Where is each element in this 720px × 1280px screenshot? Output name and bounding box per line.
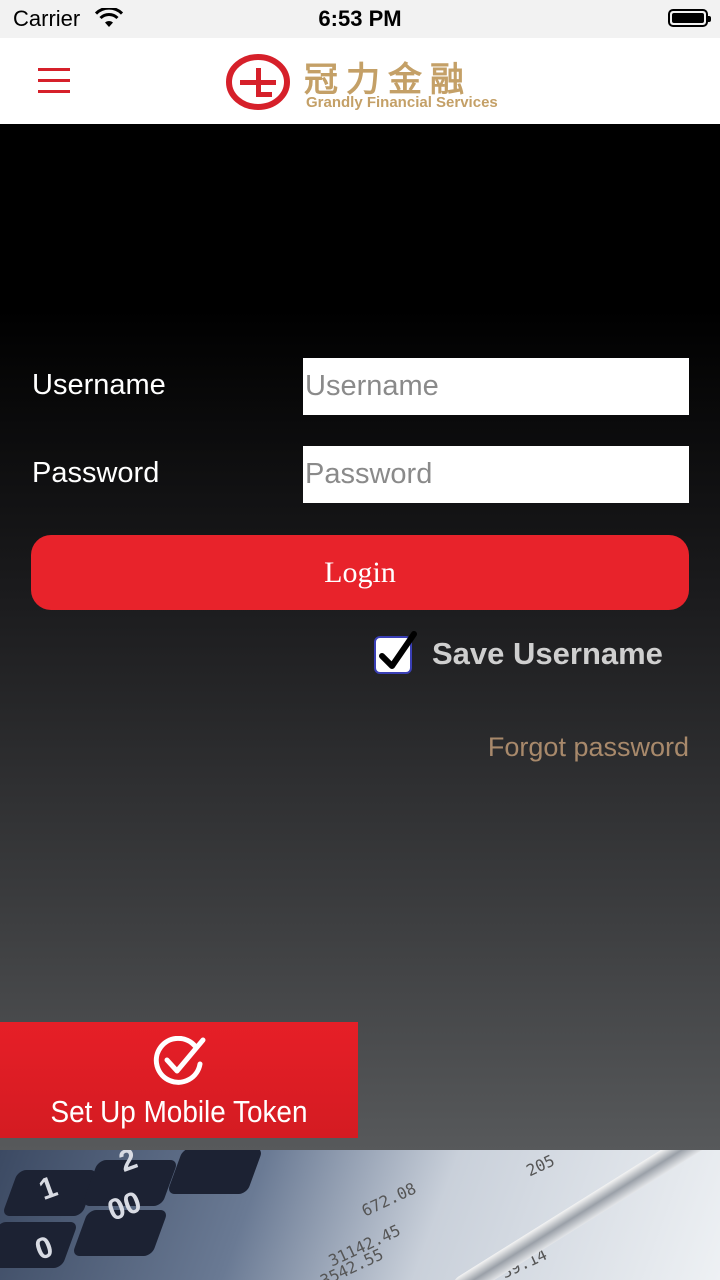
login-button[interactable]: Login — [31, 535, 689, 610]
password-label: Password — [32, 457, 160, 489]
calculator-photo: 1 00 0 2 205 672.08 31142.45 3542.55 39.… — [0, 1150, 720, 1280]
app-header: 冠力金融 Grandly Financial Services — [0, 38, 720, 125]
pen-shape — [450, 1150, 720, 1280]
hamburger-icon[interactable] — [38, 68, 70, 94]
brand-logo: 冠力金融 Grandly Financial Services — [226, 52, 498, 112]
setup-mobile-token-button[interactable]: Set Up Mobile Token — [0, 1022, 358, 1138]
forgot-password-link[interactable]: Forgot password — [488, 732, 689, 763]
photo-number: 205 — [523, 1150, 558, 1181]
login-panel: Username Password Login Save Username Fo… — [0, 124, 720, 1150]
battery-icon — [668, 9, 711, 27]
save-username-checkbox[interactable] — [374, 631, 417, 674]
clock: 6:53 PM — [318, 6, 402, 31]
save-username-label[interactable]: Save Username — [432, 636, 663, 672]
photo-number: 672.08 — [358, 1178, 420, 1221]
logo-mark-icon — [226, 54, 290, 110]
check-circle-icon — [153, 1036, 206, 1085]
setup-mobile-token-label: Set Up Mobile Token — [50, 1094, 308, 1129]
password-input[interactable] — [303, 446, 689, 503]
username-label: Username — [32, 369, 166, 401]
username-input[interactable] — [303, 358, 689, 415]
logo-english-text: Grandly Financial Services — [306, 94, 498, 111]
checkbox-checked-icon — [379, 631, 417, 669]
status-bar: Carrier 6:53 PM — [0, 0, 720, 38]
